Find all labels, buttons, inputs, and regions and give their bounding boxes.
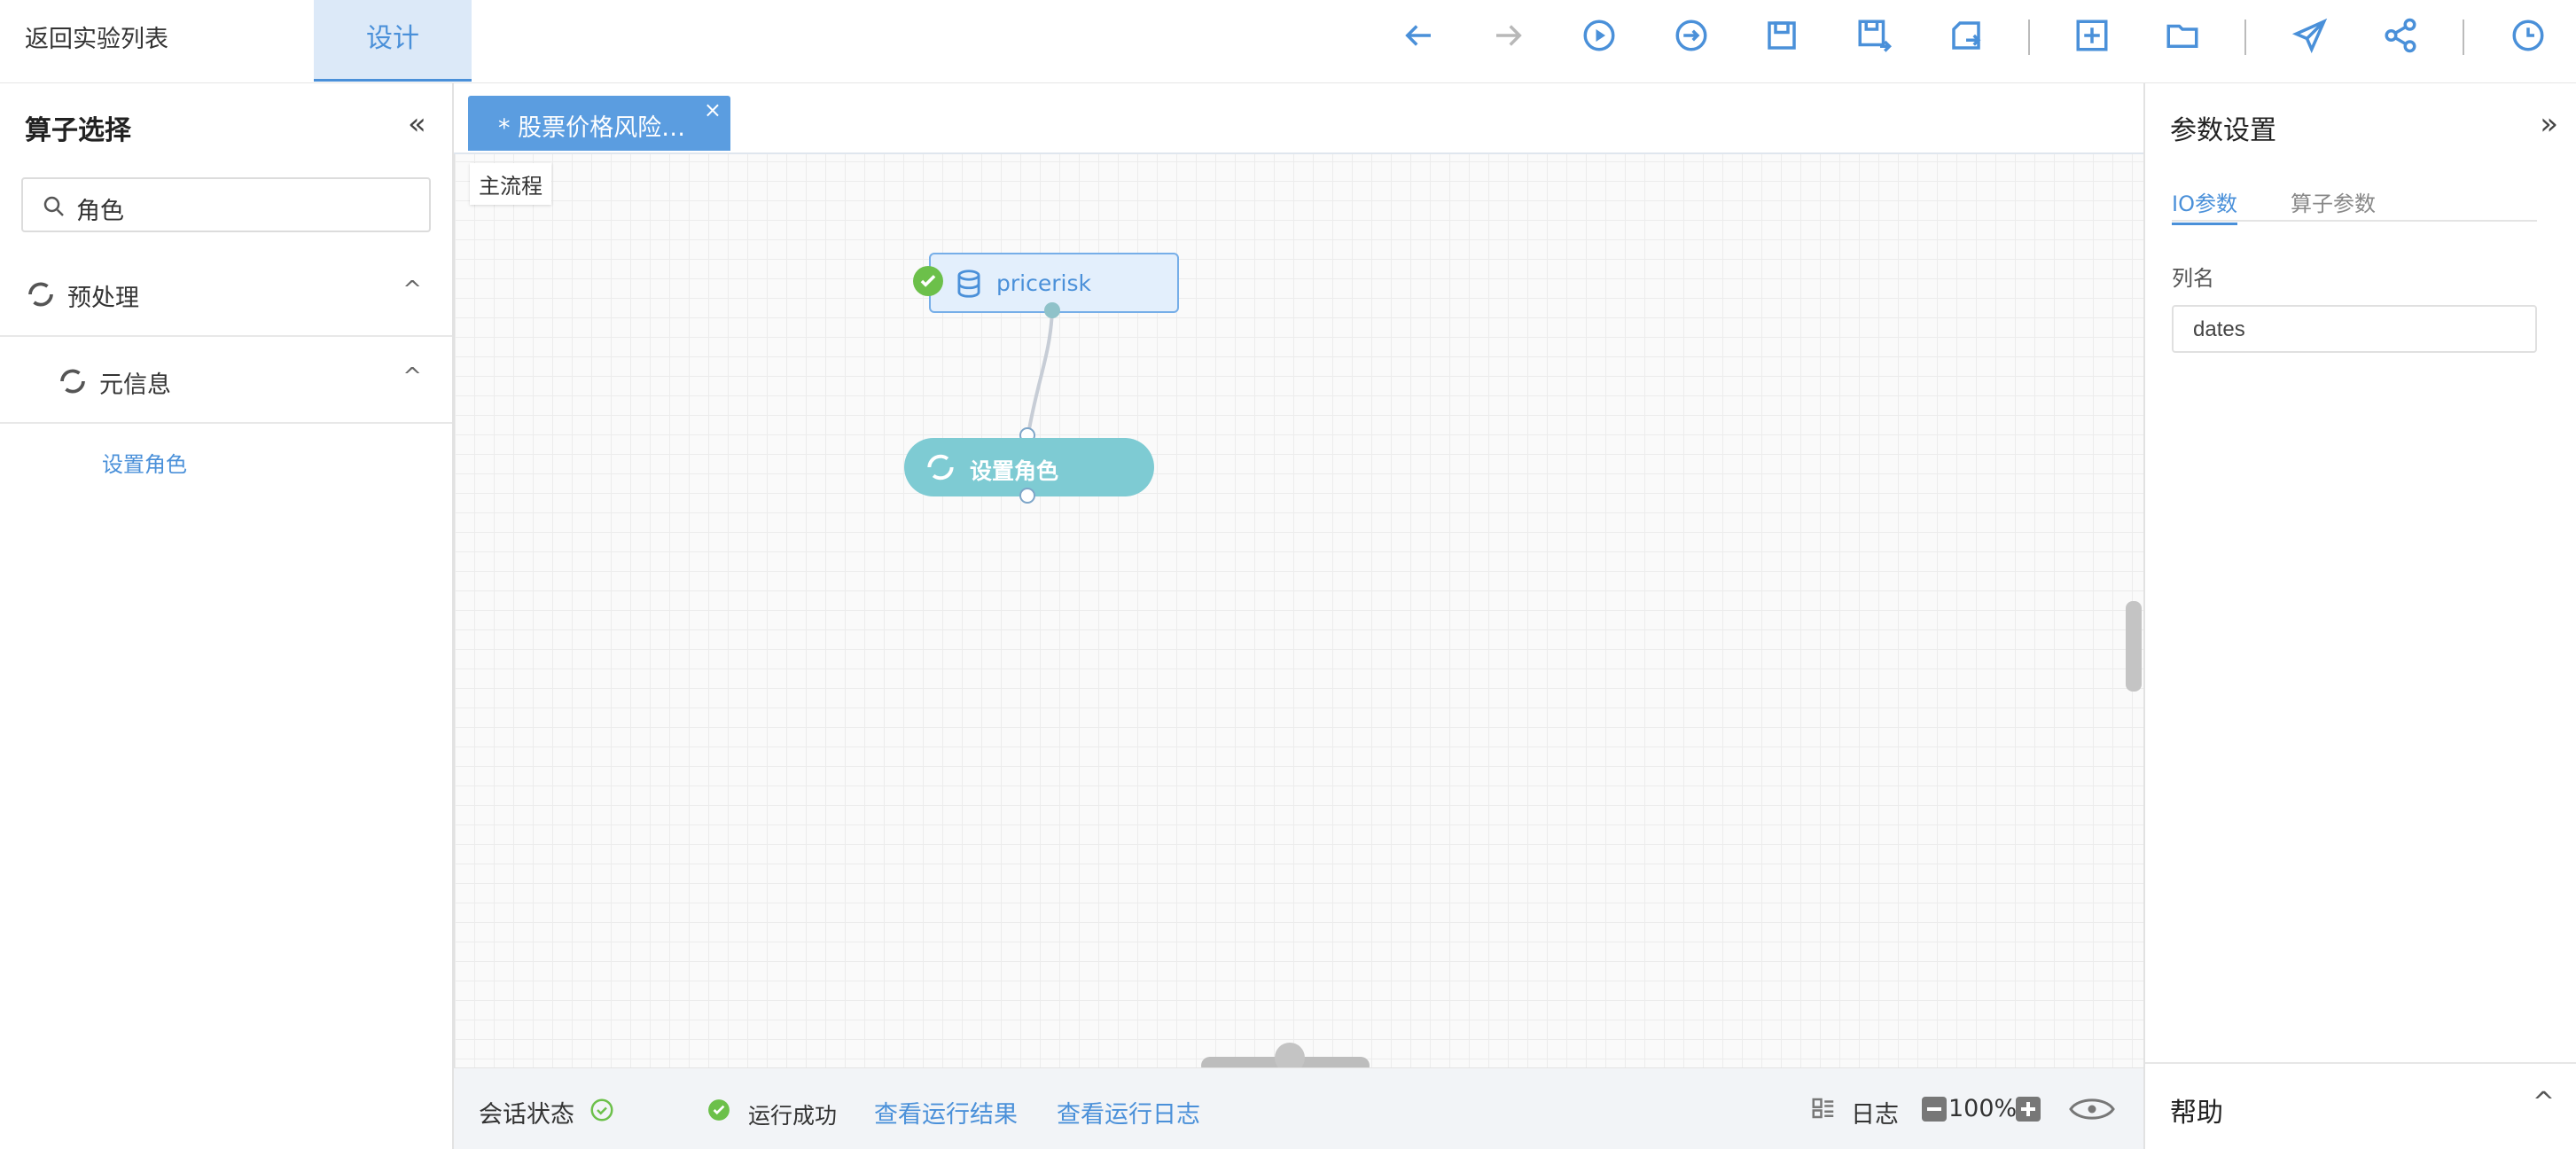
run-icon[interactable] bbox=[1576, 12, 1622, 59]
zoom-out-icon[interactable] bbox=[1922, 1097, 1947, 1122]
chevron-up-icon[interactable]: ^ bbox=[2533, 1087, 2555, 1118]
operator-search-input[interactable]: 角色 bbox=[21, 177, 431, 232]
collapse-left-icon[interactable]: « bbox=[408, 106, 426, 142]
params-panel: 参数设置 » IO参数 算子参数 列名 dates 帮助 ^ bbox=[2143, 83, 2576, 1149]
status-bar: 会话状态 运行成功 查看运行结果 查看运行日志 日志 100% bbox=[454, 1067, 2143, 1149]
tab-io-params[interactable]: IO参数 bbox=[2172, 186, 2237, 225]
success-dot-icon bbox=[708, 1099, 730, 1121]
operator-panel: 算子选择 « 角色 预处理 ^ 元信息 ^ 设置角色 bbox=[0, 83, 454, 1149]
tree-item-label: 元信息 bbox=[99, 371, 171, 399]
view-results-link[interactable]: 查看运行结果 bbox=[874, 1095, 1018, 1129]
column-name-field[interactable]: dates bbox=[2172, 305, 2537, 353]
refresh-icon bbox=[927, 454, 954, 481]
success-check-icon bbox=[913, 266, 943, 296]
flow-tab[interactable]: * 股票价格风险… × bbox=[468, 96, 730, 151]
log-label[interactable]: 日志 bbox=[1851, 1095, 1899, 1129]
redo-icon[interactable] bbox=[1486, 12, 1532, 59]
log-list-icon[interactable] bbox=[1810, 1095, 1837, 1122]
share-icon[interactable] bbox=[2377, 12, 2424, 59]
toolbar bbox=[1365, 0, 2576, 71]
open-folder-icon[interactable] bbox=[2159, 12, 2205, 59]
node-label: pricerisk bbox=[996, 270, 1091, 296]
export-icon[interactable] bbox=[1943, 12, 1989, 59]
search-icon bbox=[43, 196, 64, 216]
close-icon[interactable]: × bbox=[704, 98, 722, 122]
save-as-icon[interactable] bbox=[1851, 12, 1897, 59]
output-port[interactable] bbox=[1044, 302, 1060, 318]
save-icon[interactable] bbox=[1759, 12, 1805, 59]
view-logs-link[interactable]: 查看运行日志 bbox=[1057, 1095, 1200, 1129]
tab-design[interactable]: 设计 bbox=[314, 0, 472, 82]
database-icon bbox=[957, 270, 980, 298]
run-from-here-icon[interactable] bbox=[1668, 12, 1714, 59]
output-port[interactable] bbox=[1019, 488, 1035, 504]
toolbar-divider bbox=[2028, 20, 2030, 55]
params-tabs: IO参数 算子参数 bbox=[2172, 186, 2537, 225]
flow-tab-label: * 股票价格风险… bbox=[498, 114, 686, 142]
new-icon[interactable] bbox=[2069, 12, 2115, 59]
publish-icon[interactable] bbox=[2287, 12, 2333, 59]
eye-icon[interactable] bbox=[2067, 1093, 2117, 1125]
run-status-text: 运行成功 bbox=[748, 1103, 838, 1129]
undo-icon[interactable] bbox=[1395, 12, 1441, 59]
help-label: 帮助 bbox=[2170, 1098, 2223, 1129]
help-section[interactable]: 帮助 ^ bbox=[2145, 1062, 2576, 1149]
refresh-icon bbox=[60, 369, 85, 394]
column-name-label: 列名 bbox=[2172, 266, 2214, 291]
tree-item-preprocessing[interactable]: 预处理 ^ bbox=[0, 252, 452, 337]
tab-operator-params[interactable]: 算子参数 bbox=[2291, 186, 2376, 223]
node-connector bbox=[1026, 309, 1054, 435]
search-value: 角色 bbox=[76, 198, 124, 225]
vertical-scrollbar[interactable] bbox=[2126, 601, 2142, 692]
history-icon[interactable] bbox=[2505, 12, 2551, 59]
top-bar: 返回实验列表 设计 bbox=[0, 0, 2576, 83]
tree-item-label: 预处理 bbox=[67, 285, 139, 312]
zoom-in-icon[interactable] bbox=[2016, 1097, 2041, 1122]
back-to-experiments-link[interactable]: 返回实验列表 bbox=[25, 0, 168, 80]
main-flow-label: 主流程 bbox=[470, 163, 551, 205]
flow-tab-bar: * 股票价格风险… × bbox=[454, 83, 2143, 154]
node-label: 设置角色 bbox=[970, 458, 1059, 484]
flow-canvas[interactable] bbox=[454, 83, 2143, 1067]
toolbar-divider bbox=[2463, 20, 2464, 55]
zoom-level: 100% bbox=[1948, 1095, 2018, 1122]
toolbar-divider bbox=[2244, 20, 2246, 55]
refresh-icon bbox=[28, 282, 53, 307]
chevron-up-icon[interactable]: ^ bbox=[402, 363, 422, 390]
chevron-up-icon[interactable]: ^ bbox=[402, 277, 422, 303]
params-panel-title: 参数设置 bbox=[2170, 115, 2276, 146]
operator-panel-title: 算子选择 bbox=[25, 115, 131, 146]
check-circle-icon bbox=[590, 1098, 613, 1122]
collapse-right-icon[interactable]: » bbox=[2540, 106, 2558, 142]
operator-set-role[interactable]: 设置角色 bbox=[102, 447, 187, 478]
tree-item-metadata[interactable]: 元信息 ^ bbox=[0, 339, 452, 424]
session-status-label: 会话状态 bbox=[479, 1101, 574, 1129]
